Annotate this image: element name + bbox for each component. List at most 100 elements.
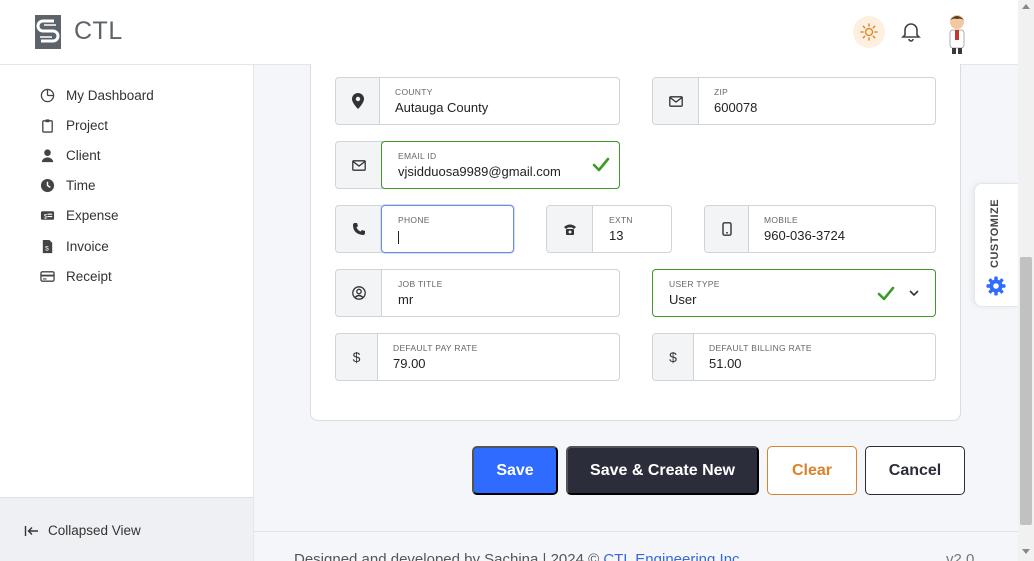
- user-type-label: USER TYPE: [669, 279, 720, 289]
- sidebar-item-dashboard[interactable]: My Dashboard: [40, 85, 154, 105]
- avatar[interactable]: [944, 12, 970, 54]
- email-addon: [336, 142, 382, 188]
- county-field[interactable]: COUNTY Autauga County: [335, 77, 620, 125]
- phone-field[interactable]: PHONE: [335, 205, 514, 253]
- mobile-label: MOBILE: [764, 215, 798, 225]
- sidebar-item-label: Time: [66, 177, 96, 193]
- chevron-down-icon[interactable]: [909, 290, 919, 297]
- save-button[interactable]: Save: [472, 446, 558, 495]
- cancel-button[interactable]: Cancel: [865, 446, 965, 495]
- pay-rate-addon: $: [336, 334, 378, 380]
- mobile-value: 960-036-3724: [764, 228, 845, 243]
- clipboard-icon: [42, 118, 53, 133]
- county-addon: [336, 78, 380, 124]
- scrollbar-thumb[interactable]: [1020, 257, 1032, 525]
- location-pin-icon: [351, 93, 364, 109]
- top-header: CTL: [0, 0, 1018, 65]
- envelope-icon: [668, 95, 683, 107]
- money-icon: $: [40, 210, 55, 220]
- phone-addon: [336, 206, 382, 252]
- mobile-addon: [705, 206, 749, 252]
- zip-label: ZIP: [714, 87, 729, 97]
- sidebar-item-project[interactable]: Project: [40, 115, 108, 135]
- sidebar: My Dashboard Project Client Time $ Expen…: [0, 65, 254, 561]
- footer-divider: [254, 531, 1018, 532]
- sidebar-item-label: Invoice: [66, 238, 109, 254]
- dashboard-icon: [40, 88, 55, 102]
- user-icon: [41, 148, 54, 162]
- pay-rate-label: DEFAULT PAY RATE: [393, 343, 478, 353]
- user-type-select[interactable]: USER TYPE User: [652, 269, 936, 317]
- job-title-label: JOB TITLE: [398, 279, 443, 289]
- county-value: Autauga County: [395, 100, 489, 115]
- pay-rate-field[interactable]: $ DEFAULT PAY RATE 79.00: [335, 333, 620, 381]
- sidebar-item-expense[interactable]: $ Expense: [40, 205, 119, 225]
- sidebar-item-time[interactable]: Time: [40, 175, 96, 195]
- sidebar-item-label: Expense: [66, 207, 119, 223]
- brand-name: CTL: [74, 17, 123, 45]
- text-cursor: [398, 231, 399, 244]
- county-label: COUNTY: [395, 87, 433, 97]
- telephone-icon: [563, 224, 576, 235]
- clock-icon: [40, 178, 55, 192]
- mobile-field[interactable]: MOBILE 960-036-3724: [704, 205, 936, 253]
- receipt-icon: [40, 270, 55, 282]
- mobile-phone-icon: [721, 222, 732, 236]
- billing-rate-addon: $: [653, 334, 694, 380]
- billing-rate-value: 51.00: [709, 356, 742, 371]
- email-value: vjsidduosa9989@gmail.com: [398, 164, 561, 179]
- footer-company-link[interactable]: CTL Engineering Inc: [603, 551, 739, 561]
- sidebar-item-label: Project: [66, 117, 109, 133]
- collapse-view-label: Collapsed View: [48, 523, 141, 538]
- checkmark-icon: [592, 157, 610, 172]
- clear-button[interactable]: Clear: [767, 446, 857, 495]
- svg-text:$: $: [44, 213, 48, 220]
- user-circle-icon: [351, 286, 366, 300]
- extn-field[interactable]: EXTN 13: [546, 205, 672, 253]
- collapse-arrow-icon: [24, 525, 38, 536]
- sidebar-item-client[interactable]: Client: [40, 145, 101, 165]
- job-title-addon: [336, 270, 382, 316]
- dollar-icon: $: [669, 349, 677, 365]
- customize-label: CUSTOMIZE: [989, 198, 1001, 268]
- zip-addon: [653, 78, 699, 124]
- phone-label: PHONE: [398, 215, 430, 225]
- job-title-value: mr: [398, 292, 414, 307]
- footer-credit: Designed and developed by Sachina | 2024…: [294, 551, 600, 561]
- collapse-bar: Collapsed View: [0, 497, 253, 561]
- customize-tab[interactable]: CUSTOMIZE: [974, 183, 1018, 307]
- svg-text:$: $: [45, 245, 49, 252]
- sidebar-item-receipt[interactable]: Receipt: [40, 266, 112, 286]
- sidebar-item-label: Client: [66, 147, 101, 163]
- theme-toggle-button[interactable]: [853, 16, 885, 48]
- dollar-icon: $: [352, 349, 361, 365]
- billing-rate-label: DEFAULT BILLING RATE: [709, 343, 812, 353]
- gear-icon: [986, 276, 1006, 296]
- zip-value: 600078: [714, 100, 758, 115]
- phone-focus-border: [381, 205, 514, 253]
- extn-label: EXTN: [609, 215, 633, 225]
- email-field[interactable]: EMAIL ID vjsidduosa9989@gmail.com: [335, 141, 620, 189]
- scroll-down-arrow-icon[interactable]: [1022, 549, 1030, 554]
- sidebar-item-label: Receipt: [66, 268, 112, 284]
- user-type-value: User: [669, 292, 697, 307]
- scroll-up-arrow-icon[interactable]: [1022, 4, 1030, 9]
- bell-icon[interactable]: [900, 21, 922, 43]
- version-label: v2.0: [946, 551, 975, 561]
- extn-addon: [547, 206, 593, 252]
- phone-icon: [352, 223, 365, 235]
- save-create-new-button[interactable]: Save & Create New: [566, 446, 759, 495]
- footer-text: Designed and developed by Sachina | 2024…: [294, 551, 740, 561]
- billing-rate-field[interactable]: $ DEFAULT BILLING RATE 51.00: [652, 333, 936, 381]
- pay-rate-value: 79.00: [393, 356, 426, 371]
- sidebar-item-invoice[interactable]: $ Invoice: [40, 236, 109, 256]
- ctl-logo-icon[interactable]: [34, 14, 62, 50]
- envelope-icon: [351, 159, 366, 171]
- extn-value: 13: [609, 228, 624, 243]
- sidebar-item-label: My Dashboard: [66, 87, 154, 103]
- sun-icon: [860, 23, 878, 41]
- zip-field[interactable]: ZIP 600078: [652, 77, 936, 125]
- collapse-view-button[interactable]: Collapsed View: [24, 523, 141, 538]
- job-title-field[interactable]: JOB TITLE mr: [335, 269, 620, 317]
- checkmark-icon: [877, 286, 895, 301]
